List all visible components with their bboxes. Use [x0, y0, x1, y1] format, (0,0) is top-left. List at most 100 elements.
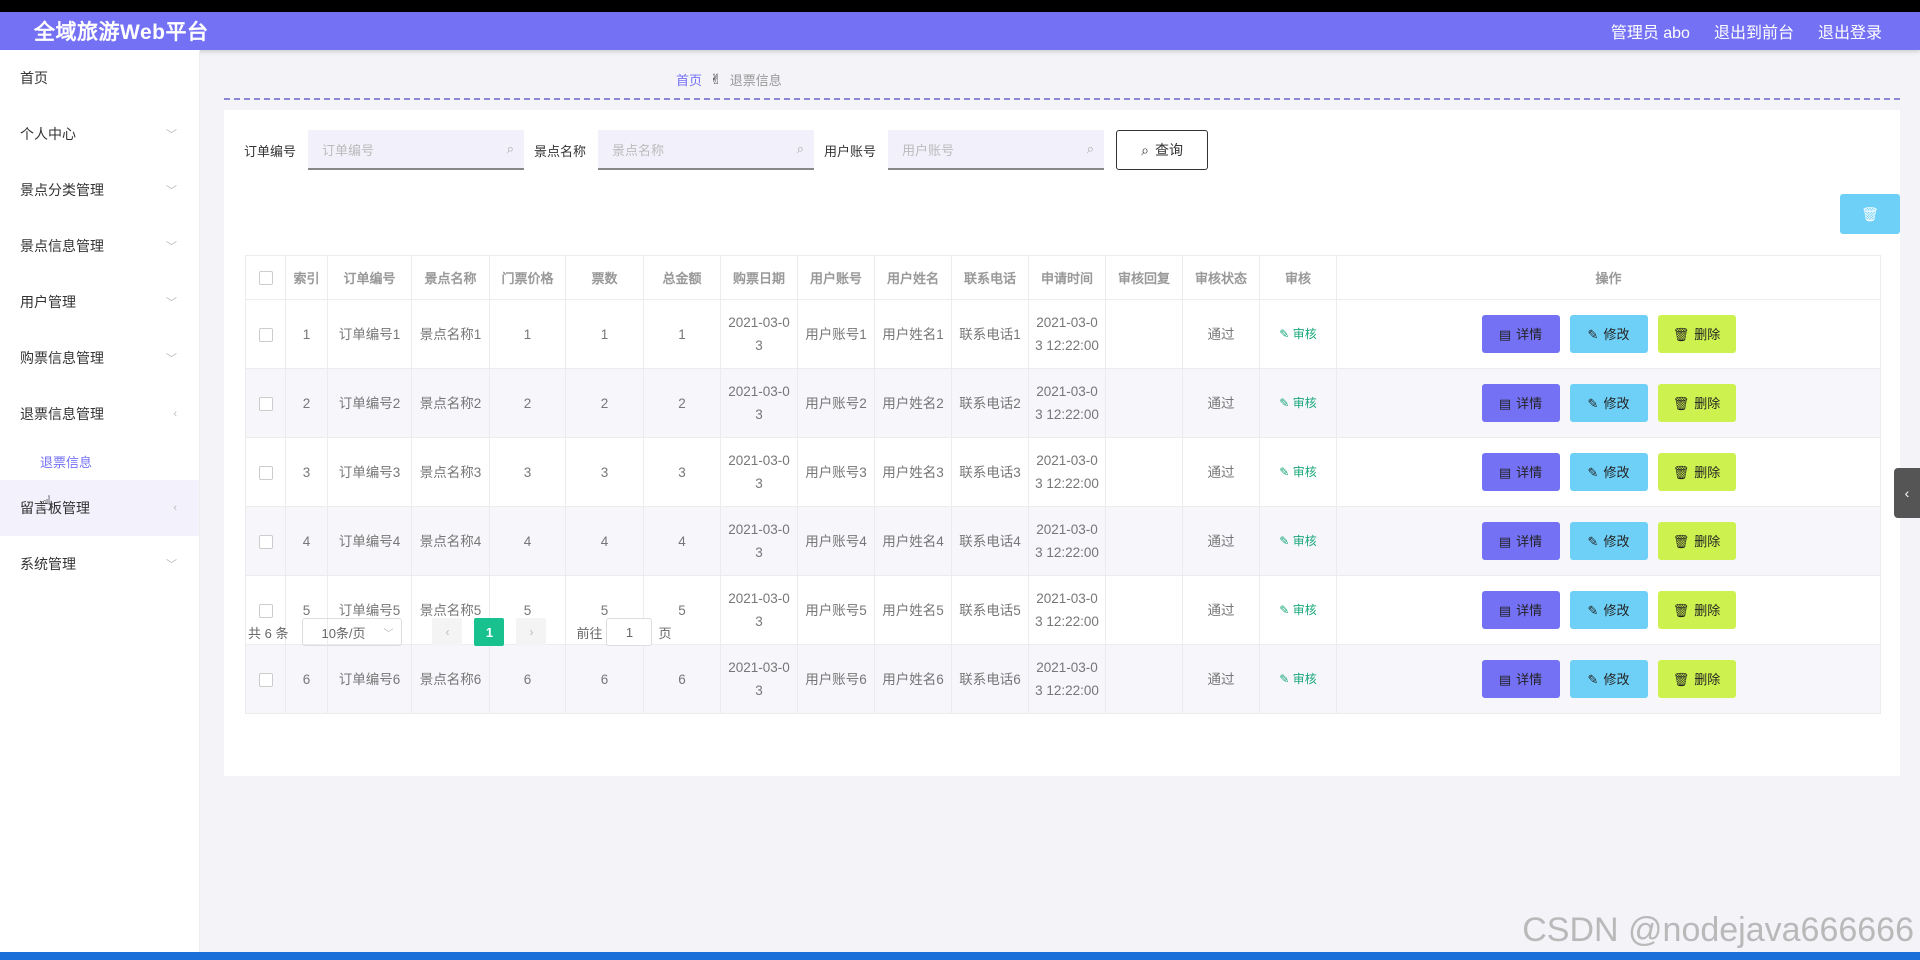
- review-link[interactable]: ✎ 审核: [1279, 327, 1316, 341]
- review-link[interactable]: ✎ 审核: [1279, 534, 1316, 548]
- review-link[interactable]: ✎ 审核: [1279, 465, 1316, 479]
- delete-button[interactable]: 🗑 删除: [1657, 453, 1736, 491]
- review-link-label: 审核: [1292, 465, 1317, 479]
- prev-page-button[interactable]: ‹: [432, 618, 463, 646]
- delete-button-label: 删除: [1694, 671, 1721, 687]
- edit-button[interactable]: ✎ 修改: [1569, 384, 1648, 422]
- top-bar: 全域旅游Web平台 管理员 abo 退出到前台 退出登录: [0, 12, 1920, 50]
- actions-cell: ▤ 详情 ✎ 修改 🗑 删除: [1336, 299, 1881, 369]
- document-icon: ▤: [1498, 602, 1512, 618]
- cell-apply: 2021-03-0 3 12:22:00: [1028, 506, 1106, 576]
- page-size-select[interactable]: 10条/页 ﹀: [302, 618, 403, 646]
- detail-button[interactable]: ▤ 详情: [1481, 453, 1560, 491]
- cell-reply: [1105, 299, 1183, 369]
- cell-apply: 2021-03-0 3 12:22:00: [1028, 299, 1106, 369]
- spot-name-input[interactable]: 景点名称 ⌕: [598, 130, 815, 170]
- batch-delete-button[interactable]: 🗑: [1840, 194, 1900, 234]
- user-account-input[interactable]: 用户账号 ⌕: [888, 130, 1105, 170]
- pencil-icon: ✎: [1279, 603, 1290, 617]
- query-button[interactable]: ⌕ 查询: [1116, 130, 1209, 170]
- order-number-input[interactable]: 订单编号 ⌕: [308, 130, 525, 170]
- cell-reply: [1105, 368, 1183, 438]
- cell-name: 用户姓名1: [874, 299, 952, 369]
- row-checkbox[interactable]: [258, 396, 273, 411]
- table-row: 6 订单编号6 景点名称6 6 6 6 2021-03-0 3 用户账号6 用户姓名6 联系电话6…: [245, 644, 1881, 714]
- pencil-icon: ✎: [1587, 671, 1599, 687]
- sidebar-item-spot-info[interactable]: 景点信息管理 ﹀: [0, 218, 199, 274]
- cell-order: 订单编号6: [327, 644, 412, 714]
- sidebar-item-message-board[interactable]: 留言板管理 ‹: [0, 480, 199, 536]
- sidebar-item-system[interactable]: 系统管理 ﹀: [0, 536, 199, 592]
- edit-button[interactable]: ✎ 修改: [1569, 315, 1648, 353]
- logout-link[interactable]: 退出登录: [1818, 19, 1882, 43]
- cell-status: 通过: [1182, 368, 1260, 438]
- sidebar-item-spot-category[interactable]: 景点分类管理 ﹀: [0, 162, 199, 218]
- sidebar: 首页 个人中心 ﹀ 景点分类管理 ﹀ 景点信息管理 ﹀ 用户管理 ﹀ 购票信息管理 ﹀ 退…: [0, 50, 200, 952]
- sidebar-item-ticket-purchase[interactable]: 购票信息管理 ﹀: [0, 330, 199, 386]
- cell-date: 2021-03-0 3: [720, 506, 798, 576]
- pencil-icon: ✎: [1279, 465, 1290, 479]
- review-link[interactable]: ✎ 审核: [1279, 672, 1316, 686]
- page-size-value: 10条/页: [321, 625, 366, 641]
- row-checkbox[interactable]: [258, 603, 273, 618]
- edit-button[interactable]: ✎ 修改: [1569, 453, 1648, 491]
- column-header: 景点名称: [411, 255, 490, 300]
- detail-button[interactable]: ▤ 详情: [1481, 660, 1560, 698]
- row-checkbox[interactable]: [258, 672, 273, 687]
- sidebar-item-home[interactable]: 首页: [0, 50, 199, 106]
- cell-idx: 4: [285, 506, 328, 576]
- detail-button[interactable]: ▤ 详情: [1481, 384, 1560, 422]
- column-header: 申请时间: [1028, 255, 1106, 300]
- detail-button[interactable]: ▤ 详情: [1481, 315, 1560, 353]
- page-number-current[interactable]: 1: [474, 618, 505, 646]
- divider: [224, 98, 1900, 100]
- detail-button-label: 详情: [1516, 464, 1543, 480]
- next-page-button[interactable]: ›: [516, 618, 547, 646]
- pencil-icon: ✎: [1279, 672, 1290, 686]
- column-header: 门票价格: [489, 255, 566, 300]
- row-checkbox[interactable]: [258, 327, 273, 342]
- admin-label[interactable]: 管理员 abo: [1611, 19, 1690, 43]
- delete-button[interactable]: 🗑 删除: [1657, 384, 1736, 422]
- review-link[interactable]: ✎ 审核: [1279, 396, 1316, 410]
- breadcrumb-home[interactable]: 首页: [676, 70, 702, 89]
- sidebar-item-label: 首页: [20, 70, 48, 86]
- delete-button[interactable]: 🗑 删除: [1657, 522, 1736, 560]
- back-to-front-link[interactable]: 退出到前台: [1714, 19, 1794, 43]
- review-link[interactable]: ✎ 审核: [1279, 603, 1316, 617]
- detail-button[interactable]: ▤ 详情: [1481, 591, 1560, 629]
- row-checkbox[interactable]: [258, 534, 273, 549]
- table-header-row: 索引 订单编号 景点名称 门票价格 票数 总金额 购票日期 用户账号 用户姓名 …: [245, 255, 1881, 300]
- search-icon: ⌕: [506, 141, 515, 156]
- review-cell: ✎ 审核: [1259, 575, 1337, 645]
- sidebar-item-label: 购票信息管理: [20, 350, 104, 366]
- document-icon: ▤: [1498, 464, 1512, 480]
- edit-button[interactable]: ✎ 修改: [1569, 522, 1648, 560]
- sidebar-item-users[interactable]: 用户管理 ﹀: [0, 274, 199, 330]
- search-icon: ⌕: [1086, 141, 1095, 156]
- sidebar-item-refund[interactable]: 退票信息管理 ‹: [0, 386, 199, 442]
- edit-button[interactable]: ✎ 修改: [1569, 660, 1648, 698]
- detail-button[interactable]: ▤ 详情: [1481, 522, 1560, 560]
- goto-page-input[interactable]: [606, 618, 653, 646]
- sidebar-subitem-refund-info[interactable]: 退票信息: [0, 442, 199, 480]
- chevron-left-icon: ‹: [1904, 485, 1910, 501]
- sidebar-item-personal-center[interactable]: 个人中心 ﹀: [0, 106, 199, 162]
- cell-apply: 2021-03-0 3 12:22:00: [1028, 437, 1106, 507]
- delete-button[interactable]: 🗑 删除: [1657, 315, 1736, 353]
- collapse-panel-tab[interactable]: ‹: [1894, 468, 1920, 518]
- delete-button[interactable]: 🗑 删除: [1657, 591, 1736, 629]
- edit-button[interactable]: ✎ 修改: [1569, 591, 1648, 629]
- order-number-placeholder: 订单编号: [322, 142, 375, 158]
- row-checkbox-cell: [245, 368, 286, 438]
- user-account-placeholder: 用户账号: [902, 142, 955, 158]
- review-cell: ✎ 审核: [1259, 299, 1337, 369]
- pencil-icon: ✎: [1279, 534, 1290, 548]
- table-row: 4 订单编号4 景点名称4 4 4 4 2021-03-0 3 用户账号4 用户姓名4 联系电话4…: [245, 506, 1881, 576]
- app-title: 全域旅游Web平台: [34, 21, 209, 44]
- cell-idx: 2: [285, 368, 328, 438]
- user-account-label: 用户账号: [824, 143, 877, 159]
- row-checkbox[interactable]: [258, 465, 273, 480]
- select-all-checkbox[interactable]: [258, 271, 273, 286]
- delete-button[interactable]: 🗑 删除: [1657, 660, 1736, 698]
